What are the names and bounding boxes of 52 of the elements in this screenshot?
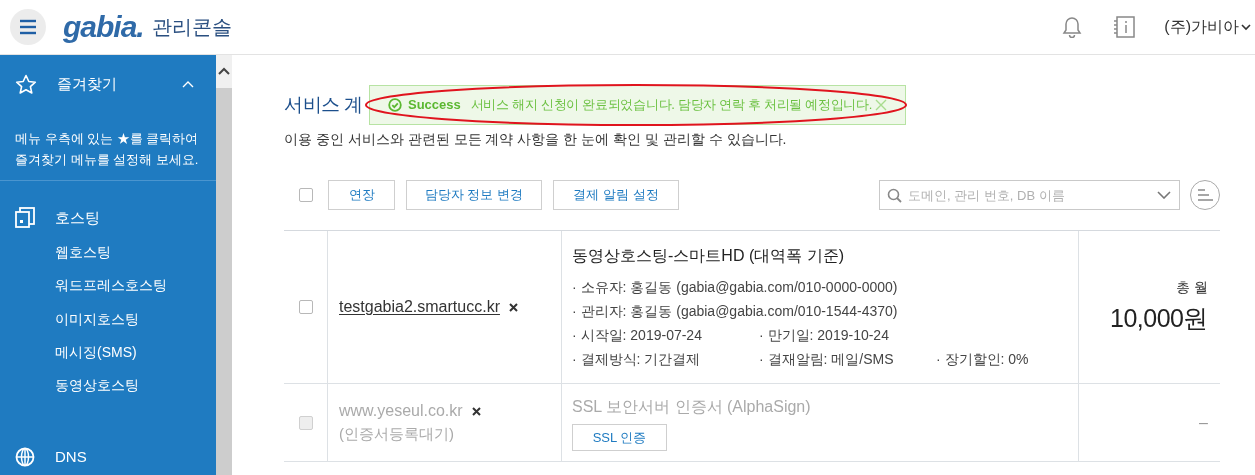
- toast-status: Success: [408, 96, 461, 115]
- domain-status: (인증서등록대기): [339, 424, 455, 445]
- sidebar-item[interactable]: 워드프레스호스팅: [0, 268, 216, 303]
- sidebar-item[interactable]: 이미지호스팅: [0, 302, 216, 336]
- dropdown-icon[interactable]: [1157, 191, 1171, 199]
- toast-message: 서비스 해지 신청이 완료되었습니다. 담당자 연락 후 처리될 예정입니다.: [470, 96, 873, 115]
- toolbar-button[interactable]: 담당자 정보 변경: [406, 180, 542, 210]
- sidebar-section[interactable]: DNS: [0, 439, 216, 475]
- toolbar-button[interactable]: 결제 알림 설정: [553, 180, 679, 210]
- product-name: 동영상호스팅-스마트HD (대역폭 기준): [572, 246, 845, 266]
- caret-icon: [1241, 23, 1251, 31]
- bell-icon[interactable]: [1062, 16, 1083, 38]
- detail-text: · 결재알림: 메일/SMS: [759, 349, 895, 369]
- checkbox[interactable]: [298, 300, 313, 314]
- star-icon: [15, 74, 37, 96]
- menu-icon: [19, 19, 37, 35]
- page-description: 이용 중인 서비스와 관련된 모든 계약 사항을 한 눈에 확인 및 관리할 수 있습니다.: [284, 130, 788, 149]
- product-name: SSL 보안서버 인증서 (AlphaSign): [572, 397, 812, 417]
- logo[interactable]: gabia.: [63, 12, 144, 42]
- price: 10,000원: [1110, 302, 1208, 334]
- notice-icon[interactable]: [1114, 16, 1136, 38]
- detail-text: · 장기할인: 0%: [936, 349, 1029, 369]
- collapse-icon[interactable]: [182, 81, 194, 89]
- detail-text: · 만기일: 2019-10-24: [759, 325, 889, 345]
- sidebar-section[interactable]: 호스팅: [0, 200, 216, 236]
- console-title: 관리콘솔: [151, 15, 232, 40]
- sidebar-item[interactable]: 동영상호스팅: [0, 369, 216, 403]
- detail-text: · 시작일: 2019-07-24: [572, 325, 703, 345]
- detail-text: · 관리자: 홍길동 (gabia@gabia.com/010-1544-4370): [572, 301, 898, 321]
- hosting-icon: [15, 207, 35, 229]
- remove-icon[interactable]: [508, 302, 518, 312]
- sidebar-item[interactable]: 웹호스팅: [0, 235, 216, 269]
- check-circle-icon: [388, 98, 402, 112]
- detail-text: · 결제방식: 기간결제: [572, 349, 702, 369]
- scrollbar[interactable]: [216, 55, 232, 475]
- menu-button[interactable]: [10, 9, 46, 45]
- remove-icon[interactable]: [471, 406, 481, 416]
- scroll-up-icon[interactable]: [218, 67, 230, 76]
- price: –: [1199, 412, 1208, 433]
- detail-text: · 소유자: 홍길동 (gabia@gabia.com/010-0000-0000): [572, 277, 898, 297]
- checkbox[interactable]: [299, 188, 313, 202]
- page-title: 서비스 계: [284, 93, 363, 117]
- globe-icon: [15, 447, 35, 468]
- sort-icon: [1197, 188, 1213, 202]
- price-label: 총 월: [1176, 277, 1208, 297]
- account-menu[interactable]: (주)가비아: [1164, 15, 1251, 39]
- search-icon: [887, 188, 902, 203]
- toolbar-button[interactable]: 연장: [328, 180, 395, 210]
- domain-link[interactable]: testgabia2.smartucc.kr: [339, 295, 500, 319]
- favorites-header[interactable]: 즐겨찾기: [0, 57, 216, 113]
- sidebar-item[interactable]: 메시징(SMS): [0, 335, 216, 370]
- search-field[interactable]: 도메인, 관리 번호, DB 이름: [879, 180, 1180, 210]
